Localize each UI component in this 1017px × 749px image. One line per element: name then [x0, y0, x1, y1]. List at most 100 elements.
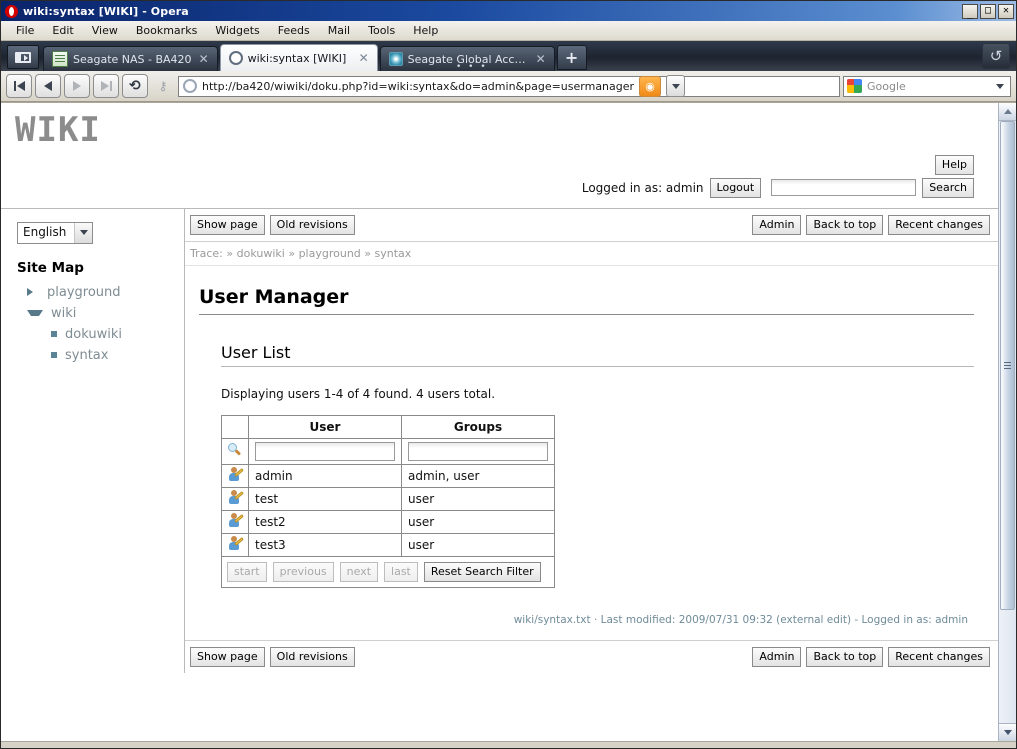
col-header-user: User: [248, 414, 402, 439]
back-button[interactable]: [35, 74, 61, 98]
scroll-down-button[interactable]: [999, 723, 1016, 742]
user-edit-icon[interactable]: [228, 489, 244, 505]
reload-button[interactable]: ⟳: [122, 74, 148, 98]
logout-button[interactable]: Logout: [709, 177, 762, 198]
user-filter-input[interactable]: [255, 441, 395, 461]
old-revisions-button-bottom[interactable]: Old revisions: [269, 646, 355, 667]
browser-search-input[interactable]: Google: [867, 80, 986, 93]
triangle-right-icon[interactable]: [27, 288, 39, 297]
sitemap-item-dokuwiki[interactable]: dokuwiki: [27, 324, 184, 345]
menu-edit[interactable]: Edit: [43, 22, 82, 39]
recent-changes-button-bottom[interactable]: Recent changes: [888, 646, 990, 667]
pager-start-button[interactable]: start: [227, 561, 267, 582]
pager-last-button[interactable]: last: [384, 561, 418, 582]
menu-file[interactable]: File: [7, 22, 43, 39]
sitemap-link[interactable]: syntax: [65, 348, 108, 363]
title-bar: wiki:syntax [WIKI] - Opera _ □ ✕: [1, 1, 1016, 21]
minimize-button[interactable]: _: [962, 3, 978, 19]
scrollbar-thumb[interactable]: [1000, 121, 1015, 610]
recent-changes-button[interactable]: Recent changes: [888, 214, 990, 235]
breadcrumb-playground[interactable]: playground: [299, 247, 361, 260]
key-icon: ⚷: [158, 79, 168, 93]
opera-page-icon: [228, 51, 243, 65]
table-row[interactable]: admin admin, user: [221, 463, 555, 488]
sitemap-item-wiki[interactable]: wiki: [27, 303, 184, 324]
menu-help[interactable]: Help: [404, 22, 447, 39]
pager-next-button[interactable]: next: [339, 561, 379, 582]
language-select[interactable]: English: [17, 221, 94, 244]
sitemap-item-playground[interactable]: playground: [27, 282, 184, 303]
menu-bookmarks[interactable]: Bookmarks: [127, 22, 206, 39]
panel-toggle-icon[interactable]: [7, 45, 39, 69]
wiki-search-button[interactable]: Search: [922, 177, 974, 198]
filter-groups-cell: [401, 437, 555, 465]
table-row[interactable]: test3 user: [221, 532, 555, 557]
tab-close-icon[interactable]: ✕: [197, 52, 211, 66]
tab-bar-filler: [587, 70, 982, 71]
sitemap-link[interactable]: wiki: [51, 306, 76, 321]
tab-wiki-syntax[interactable]: wiki:syntax [WIKI] ✕: [219, 44, 378, 71]
admin-button[interactable]: Admin: [752, 214, 802, 235]
wiki-search-input[interactable]: [771, 179, 917, 197]
pager-previous-button[interactable]: previous: [272, 561, 334, 582]
menu-view[interactable]: View: [83, 22, 127, 39]
forward-button[interactable]: [64, 74, 90, 98]
tab-bar: Seagate NAS - BA420 ✕ wiki:syntax [WIKI]…: [1, 41, 1016, 72]
breadcrumb-separator: »: [288, 246, 296, 260]
key-button[interactable]: ⚷: [151, 75, 175, 97]
reset-search-filter-button[interactable]: Reset Search Filter: [423, 561, 541, 582]
back-to-top-button[interactable]: Back to top: [806, 214, 884, 235]
menu-feeds[interactable]: Feeds: [269, 22, 319, 39]
menu-tools[interactable]: Tools: [359, 22, 404, 39]
group-filter-input[interactable]: [408, 441, 548, 461]
page-toolbar-bottom: Show page Old revisions Admin Back to to…: [185, 639, 998, 673]
table-row[interactable]: test2 user: [221, 509, 555, 534]
breadcrumb-dokuwiki[interactable]: dokuwiki: [237, 247, 285, 260]
minimize-icon: _: [966, 8, 974, 19]
new-tab-button[interactable]: +: [556, 45, 587, 70]
search-engine-dropdown[interactable]: [991, 76, 1008, 96]
rss-icon[interactable]: ◉: [639, 75, 662, 97]
tab-close-icon[interactable]: ✕: [534, 52, 548, 66]
triangle-down-icon[interactable]: [27, 310, 43, 317]
grip-icon: [1004, 362, 1011, 369]
page-blank-area: [1, 672, 998, 742]
old-revisions-button[interactable]: Old revisions: [269, 214, 355, 235]
menu-mail[interactable]: Mail: [319, 22, 359, 39]
sitemap-item-syntax[interactable]: syntax: [27, 345, 184, 366]
table-header-row: User Groups: [221, 414, 555, 439]
breadcrumb-syntax[interactable]: syntax: [375, 247, 412, 260]
tab-seagate-nas[interactable]: Seagate NAS - BA420 ✕: [43, 46, 218, 71]
close-button[interactable]: ✕: [998, 3, 1014, 19]
user-edit-icon[interactable]: [228, 466, 244, 482]
address-field[interactable]: http://ba420/wiwiki/doku.php?id=wiki:syn…: [178, 75, 840, 97]
admin-button-bottom[interactable]: Admin: [752, 646, 802, 667]
trash-undo-icon[interactable]: ↺: [982, 43, 1010, 69]
maximize-button[interactable]: □: [980, 3, 996, 19]
rss-dropdown-button[interactable]: [666, 75, 686, 97]
vertical-scrollbar[interactable]: [998, 103, 1016, 742]
show-page-button[interactable]: Show page: [190, 214, 265, 235]
tab-close-icon[interactable]: ✕: [357, 51, 371, 65]
help-button[interactable]: Help: [934, 154, 974, 175]
user-edit-icon[interactable]: [228, 535, 244, 551]
table-row[interactable]: test user: [221, 486, 555, 511]
magnifier-icon[interactable]: [228, 442, 242, 457]
main-column: Show page Old revisions Admin Back to to…: [185, 209, 998, 673]
scroll-up-button[interactable]: [999, 103, 1016, 121]
sitemap-link[interactable]: dokuwiki: [65, 327, 122, 342]
row-icon-cell: [221, 532, 249, 557]
fastforward-button[interactable]: [93, 74, 119, 98]
sitemap-link[interactable]: playground: [47, 285, 121, 300]
browser-search-field[interactable]: Google: [843, 75, 1011, 97]
back-to-top-button-bottom[interactable]: Back to top: [806, 646, 884, 667]
help-row: Help: [15, 154, 984, 175]
scrollbar-track[interactable]: [999, 121, 1016, 723]
tab-label: wiki:syntax [WIKI]: [247, 51, 347, 65]
logged-in-label: Logged in as: admin: [581, 180, 704, 195]
col-header-icon: [221, 414, 249, 439]
rewind-button[interactable]: [6, 74, 32, 98]
menu-widgets[interactable]: Widgets: [206, 22, 268, 39]
show-page-button-bottom[interactable]: Show page: [190, 646, 265, 667]
user-edit-icon[interactable]: [228, 512, 244, 528]
